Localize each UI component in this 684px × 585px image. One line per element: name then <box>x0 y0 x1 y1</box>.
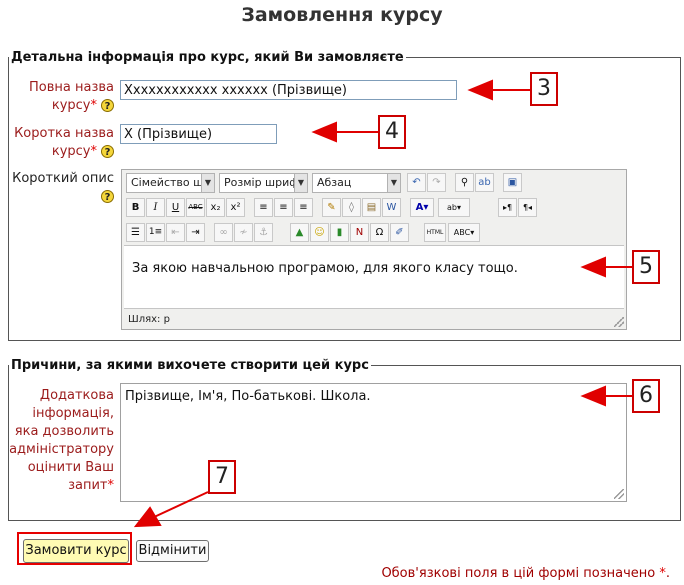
callout-4: 4 <box>378 115 406 149</box>
callout-5: 5 <box>632 250 660 284</box>
callout-7: 7 <box>208 460 236 494</box>
arrow-7-line <box>151 491 209 519</box>
arrow-3-head <box>467 79 493 101</box>
callout-3: 3 <box>530 72 558 106</box>
arrow-7-head <box>133 506 162 528</box>
arrow-4-head <box>311 121 337 143</box>
annotation-arrows <box>133 79 632 528</box>
arrow-5-head <box>580 256 606 278</box>
arrow-6-head <box>580 385 606 407</box>
callout-6: 6 <box>632 379 660 413</box>
